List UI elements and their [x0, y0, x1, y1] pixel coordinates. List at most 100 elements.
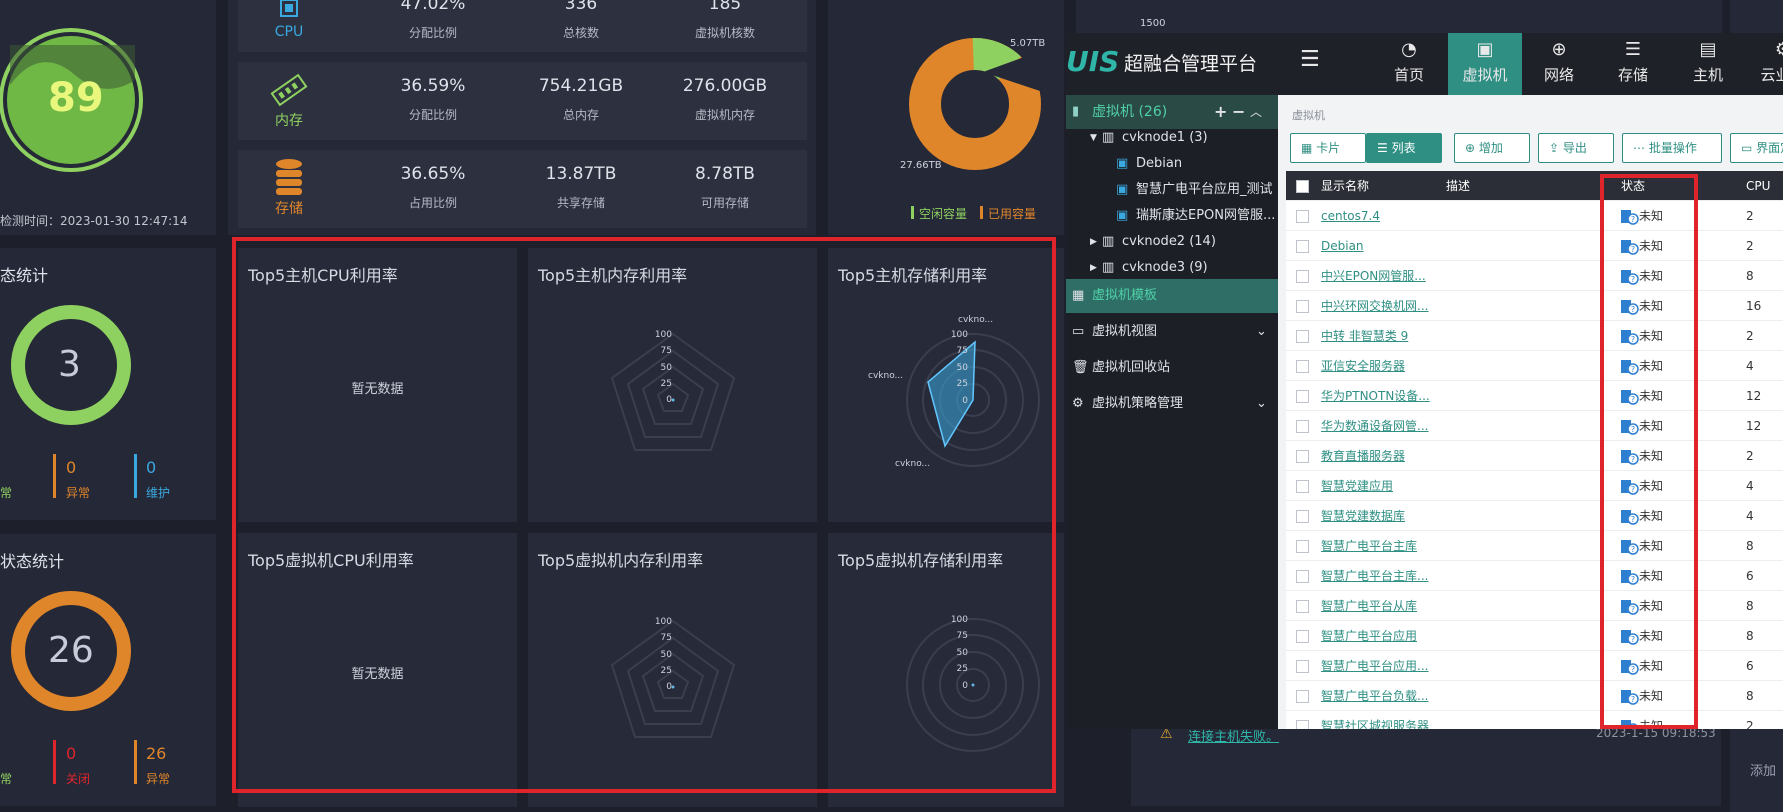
- add-button[interactable]: ⊕ 增加: [1454, 133, 1530, 163]
- table-row[interactable]: 智慧广电平台主库? 未知 8: [1286, 531, 1783, 561]
- row-checkbox[interactable]: [1296, 330, 1309, 343]
- donut-top-label: 5.07TB: [1010, 38, 1046, 49]
- vm-name-link[interactable]: centos7.4: [1321, 201, 1380, 231]
- vm-name-link[interactable]: 华为PTNOTN设备...: [1321, 381, 1430, 411]
- table-row[interactable]: 中转 非智慧类 9? 未知 2: [1286, 321, 1783, 351]
- vm-cores-label: 虚拟机核数: [694, 26, 755, 40]
- vm-name-link[interactable]: 智慧广电平台应用: [1321, 621, 1417, 651]
- row-checkbox[interactable]: [1296, 630, 1309, 643]
- row-checkbox[interactable]: [1296, 450, 1309, 463]
- card-view-button[interactable]: ▦ 卡片: [1290, 133, 1366, 163]
- nav-vm[interactable]: ▣ 虚拟机: [1448, 33, 1522, 95]
- cpu-total-cores: 336: [564, 0, 598, 14]
- table-row[interactable]: Debian? 未知 2: [1286, 231, 1783, 261]
- vm-name-link[interactable]: 华为数通设备网管...: [1321, 411, 1428, 441]
- row-checkbox[interactable]: [1296, 300, 1309, 313]
- sidebar-recycle[interactable]: 🗑 虚拟机回收站: [1066, 351, 1278, 385]
- row-checkbox[interactable]: [1296, 570, 1309, 583]
- add-label[interactable]: 添加: [1750, 760, 1776, 779]
- row-checkbox[interactable]: [1296, 600, 1309, 613]
- row-checkbox[interactable]: [1296, 510, 1309, 523]
- sidebar-policy[interactable]: ⚙ 虚拟机策略管理 ⌄: [1066, 387, 1278, 421]
- table-row[interactable]: 中兴环网交换机网...? 未知 16: [1286, 291, 1783, 321]
- vm-name-link[interactable]: 智慧广电平台主库: [1321, 531, 1417, 561]
- nav-storage-label: 存储: [1617, 66, 1648, 84]
- row-checkbox[interactable]: [1296, 390, 1309, 403]
- table-row[interactable]: 华为PTNOTN设备...? 未知 12: [1286, 381, 1783, 411]
- table-row[interactable]: centos7.4? 未知 2: [1286, 201, 1783, 231]
- col-cpu[interactable]: CPU: [1746, 171, 1770, 201]
- table-row[interactable]: 智慧广电平台应用? 未知 8: [1286, 621, 1783, 651]
- chevron-down-icon[interactable]: ⌄: [1256, 387, 1267, 421]
- row-checkbox[interactable]: [1296, 480, 1309, 493]
- table-row[interactable]: 智慧广电平台从库? 未知 8: [1286, 591, 1783, 621]
- vm-name-link[interactable]: Debian: [1321, 231, 1364, 261]
- donut-left-label: 27.66TB: [900, 160, 942, 171]
- vm-name-link[interactable]: 智慧广电平台从库: [1321, 591, 1417, 621]
- row-checkbox[interactable]: [1296, 420, 1309, 433]
- row-checkbox[interactable]: [1296, 270, 1309, 283]
- storage-kpi: 存储: [238, 158, 340, 218]
- nav-home[interactable]: ◔ 首页: [1372, 33, 1446, 95]
- row-checkbox[interactable]: [1296, 720, 1309, 729]
- table-row[interactable]: 华为数通设备网管...? 未知 12: [1286, 411, 1783, 441]
- vm-name-link[interactable]: 智慧广电平台负载...: [1321, 681, 1428, 711]
- nav-home-label: 首页: [1393, 66, 1424, 84]
- row-checkbox[interactable]: [1296, 540, 1309, 553]
- vm-name-link[interactable]: 中兴环网交换机网...: [1321, 291, 1428, 321]
- row-checkbox[interactable]: [1296, 240, 1309, 253]
- nav-network[interactable]: ⊕ 网络: [1522, 33, 1596, 95]
- vm-name-link[interactable]: 智慧广电平台应用...: [1321, 651, 1428, 681]
- table-row[interactable]: 教育直播服务器? 未知 2: [1286, 441, 1783, 471]
- batch-button[interactable]: ⋯ 批量操作: [1622, 133, 1722, 163]
- ui-settings-button[interactable]: ▭ 界面定: [1730, 133, 1783, 163]
- legend-free-swatch: [911, 206, 914, 219]
- export-icon: ⇪: [1549, 141, 1560, 155]
- legend-free: 空闲容量: [919, 207, 968, 221]
- table-row[interactable]: 中兴EPON网管服...? 未知 8: [1286, 261, 1783, 291]
- nav-vm-label: 虚拟机: [1462, 66, 1508, 84]
- storage-ratio-label: 占用比例: [408, 196, 457, 210]
- vm-name-link[interactable]: 智慧党建数据库: [1321, 501, 1405, 531]
- vm-name-link[interactable]: 中兴EPON网管服...: [1321, 261, 1426, 291]
- table-row[interactable]: 智慧社区城视服务器? 未知 2: [1286, 711, 1783, 729]
- select-all-checkbox[interactable]: [1296, 180, 1309, 193]
- menu-icon[interactable]: ☰: [1300, 47, 1320, 72]
- sidebar-view[interactable]: ▭ 虚拟机视图 ⌄: [1066, 315, 1278, 349]
- vm-name-link[interactable]: 智慧广电平台主库...: [1321, 561, 1428, 591]
- chevron-down-icon[interactable]: ⌄: [1256, 315, 1267, 349]
- sidebar-template[interactable]: ▦ 虚拟机模板: [1066, 279, 1278, 313]
- vm-name-link[interactable]: 智慧社区城视服务器: [1321, 711, 1429, 729]
- monitor-icon: ▭: [1741, 141, 1753, 155]
- host-maint-value: 0: [146, 458, 157, 477]
- nav-storage[interactable]: ☰ 存储: [1596, 33, 1670, 95]
- row-checkbox[interactable]: [1296, 210, 1309, 223]
- table-row[interactable]: 智慧党建应用? 未知 4: [1286, 471, 1783, 501]
- table-row[interactable]: 智慧广电平台负载...? 未知 8: [1286, 681, 1783, 711]
- off-bar: [53, 740, 56, 784]
- nav-cloud[interactable]: ⚙ 云业务: [1746, 33, 1783, 95]
- row-checkbox[interactable]: [1296, 360, 1309, 373]
- vm-name-link[interactable]: 教育直播服务器: [1321, 441, 1405, 471]
- top-nav-bar: UIS 超融合管理平台 ☰ ◔ 首页 ▣ 虚拟机 ⊕ 网络 ☰ 存储 ▤ 主机 ⚙ 云业务: [1066, 33, 1783, 95]
- col-desc[interactable]: 描述: [1446, 171, 1470, 201]
- legend-used-swatch: [980, 206, 983, 219]
- host-status-title: 态统计: [0, 266, 49, 285]
- table-row[interactable]: 智慧党建数据库? 未知 4: [1286, 501, 1783, 531]
- row-checkbox[interactable]: [1296, 690, 1309, 703]
- vm-status-title: 状态统计: [0, 552, 65, 571]
- vm-name-link[interactable]: 中转 非智慧类 9: [1321, 321, 1408, 351]
- table-row[interactable]: 智慧广电平台应用...? 未知 6: [1286, 651, 1783, 681]
- export-button[interactable]: ⇪ 导出: [1538, 133, 1614, 163]
- nav-host[interactable]: ▤ 主机: [1671, 33, 1745, 95]
- template-icon: ▦: [1072, 288, 1085, 303]
- list-view-button[interactable]: ☰ 列表: [1366, 133, 1442, 163]
- table-row[interactable]: 智慧广电平台主库...? 未知 6: [1286, 561, 1783, 591]
- cpu-kpi: CPU: [238, 0, 340, 40]
- col-name[interactable]: 显示名称: [1321, 171, 1369, 201]
- table-row[interactable]: 亚信安全服务器? 未知 4: [1286, 351, 1783, 381]
- highlight-box-status: [1600, 174, 1698, 729]
- vm-name-link[interactable]: 亚信安全服务器: [1321, 351, 1405, 381]
- row-checkbox[interactable]: [1296, 660, 1309, 673]
- vm-name-link[interactable]: 智慧党建应用: [1321, 471, 1393, 501]
